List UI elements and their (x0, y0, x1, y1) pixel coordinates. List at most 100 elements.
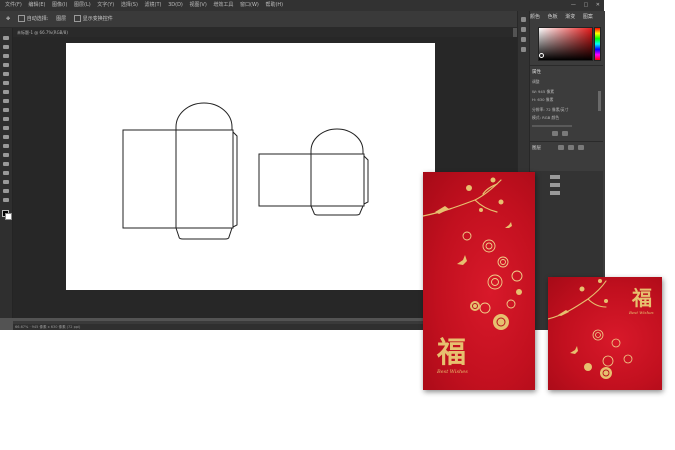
tab-color[interactable]: 颜色 (530, 14, 540, 20)
resolution-value: 分辨率: 72 像素/英寸 (532, 107, 569, 112)
tools-panel (0, 28, 13, 318)
canvas-width-value[interactable]: W: 945 像素 (532, 89, 554, 95)
layer-row[interactable] (550, 183, 560, 187)
flower-medallion (595, 332, 601, 338)
menu-help[interactable]: 帮助(H) (265, 0, 283, 11)
menu-select[interactable]: 选择(S) (121, 0, 138, 11)
dieline-large-front-panel (175, 129, 234, 229)
crop-tool-icon[interactable] (3, 72, 9, 76)
move-tool-icon[interactable]: ✥ (6, 11, 10, 27)
rectangle-tool-icon[interactable] (3, 189, 9, 193)
flying-bird-icon (457, 255, 467, 265)
move-tool-icon[interactable] (3, 36, 9, 40)
plum-blossom (498, 199, 504, 205)
plum-branch (587, 298, 607, 308)
brush-tool-icon[interactable] (3, 99, 9, 103)
eyedropper-tool-icon[interactable] (3, 81, 9, 85)
properties-scrollbar[interactable] (598, 91, 601, 111)
dieline-small-front-panel (310, 153, 365, 207)
color-mode-value: 模式: RGB 颜色 (532, 115, 560, 120)
bird-on-branch-icon (435, 206, 449, 214)
dieline-large-top-flap (175, 102, 233, 130)
healing-brush-tool-icon[interactable] (3, 90, 9, 94)
best-wishes-caption-large: Best Wishes (437, 369, 468, 375)
flower-medallion (623, 354, 633, 364)
blur-tool-icon[interactable] (3, 144, 9, 148)
dieline-small-back-panel (258, 153, 312, 207)
layer-filter-icon[interactable] (568, 145, 574, 150)
menu-filter[interactable]: 滤镜(T) (145, 0, 162, 11)
dieline-large-back-panel (122, 129, 177, 229)
gold-flower-large (600, 367, 612, 379)
color-picker-field[interactable] (538, 27, 593, 61)
auto-select-target-select[interactable]: 图层 (56, 11, 66, 27)
close-icon[interactable]: ✕ (596, 2, 600, 8)
history-icon[interactable] (521, 17, 526, 22)
best-wishes-caption-small: Best Wishes (629, 310, 654, 315)
pen-tool-icon[interactable] (3, 162, 9, 166)
panel-divider (530, 141, 603, 142)
marquee-tool-icon[interactable] (3, 45, 9, 49)
panel-button[interactable] (552, 131, 558, 136)
gradient-tool-icon[interactable] (3, 135, 9, 139)
history-brush-tool-icon[interactable] (3, 117, 9, 121)
dieline-small (258, 128, 369, 216)
plum-blossom (490, 177, 496, 183)
menu-window[interactable]: 窗口(W) (240, 0, 259, 11)
maximize-icon[interactable]: □ (583, 2, 588, 8)
dodge-tool-icon[interactable] (3, 153, 9, 157)
auto-select-option[interactable]: 自动选择: (17, 11, 48, 27)
panel-button[interactable] (562, 131, 568, 136)
properties-panel-title[interactable]: 属性 (532, 69, 541, 75)
brush-settings-icon[interactable] (521, 27, 526, 32)
menu-layer[interactable]: 图层(L) (74, 0, 91, 11)
path-selection-tool-icon[interactable] (3, 180, 9, 184)
paragraph-icon[interactable] (521, 47, 526, 52)
plum-blossom (466, 185, 472, 191)
menu-plugins[interactable]: 增效工具 (213, 0, 233, 11)
flower-medallion (485, 242, 493, 250)
layer-filter-icon[interactable] (578, 145, 584, 150)
dieline-small-bottom-flap (310, 205, 364, 216)
hue-slider[interactable] (594, 27, 601, 61)
flower-medallion (479, 302, 491, 314)
character-icon[interactable] (521, 37, 526, 42)
menu-image[interactable]: 图像(I) (52, 0, 67, 11)
tab-swatches[interactable]: 色板 (548, 14, 558, 20)
layer-row[interactable] (550, 191, 560, 195)
color-picker-cursor[interactable] (539, 53, 544, 58)
menu-bar: 文件(F) 编辑(E) 图像(I) 图层(L) 文字(Y) 选择(S) 滤镜(T… (0, 0, 604, 11)
document-canvas[interactable] (66, 43, 435, 290)
layers-panel-title[interactable]: 图层 (532, 145, 541, 151)
background-color-swatch[interactable] (5, 213, 12, 220)
eraser-tool-icon[interactable] (3, 126, 9, 130)
dieline-large-bottom-flap (175, 227, 233, 240)
flying-bird-icon (505, 222, 512, 228)
layer-filter-icon[interactable] (558, 145, 564, 150)
flower-medallion (602, 355, 614, 367)
minimize-icon[interactable]: — (571, 2, 576, 8)
layer-row[interactable] (550, 175, 560, 179)
flying-bird-icon (570, 346, 578, 354)
lasso-tool-icon[interactable] (3, 54, 9, 58)
menu-edit[interactable]: 编辑(E) (28, 0, 45, 11)
dieline-large (122, 102, 238, 240)
menu-type[interactable]: 文字(Y) (97, 0, 114, 11)
menu-view[interactable]: 视图(V) (189, 0, 206, 11)
checkbox-icon (73, 15, 81, 22)
hand-tool-icon[interactable] (3, 198, 9, 202)
clone-stamp-tool-icon[interactable] (3, 108, 9, 112)
canvas-height-value[interactable]: H: 630 像素 (532, 97, 553, 103)
document-tab[interactable]: 未标题-1 @ 66.7%(RGB/8) (13, 28, 513, 37)
show-transform-controls-option[interactable]: 显示变换控件 (73, 11, 113, 27)
color-panel-tabs: 颜色 色板 渐变 图案 (530, 13, 599, 20)
flower-medallion (592, 329, 604, 341)
magic-wand-tool-icon[interactable] (3, 63, 9, 67)
gold-flower (584, 363, 592, 371)
tab-patterns[interactable]: 图案 (583, 14, 593, 20)
tab-gradients[interactable]: 渐变 (565, 14, 575, 20)
type-tool-icon[interactable] (3, 171, 9, 175)
menu-file[interactable]: 文件(F) (5, 0, 22, 11)
menu-3d[interactable]: 3D(D) (168, 0, 183, 11)
checkbox-icon (17, 15, 25, 22)
